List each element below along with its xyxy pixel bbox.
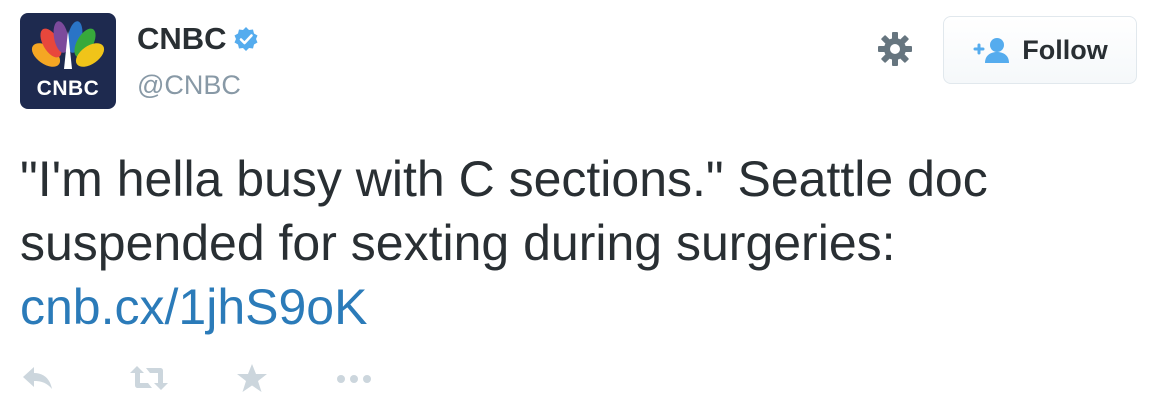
reply-icon[interactable] <box>20 363 56 393</box>
avatar-logo-text: CNBC <box>36 77 100 100</box>
verified-badge-icon <box>234 26 258 51</box>
tweet-body: "I'm hella busy with C sections." Seattl… <box>20 151 988 271</box>
more-icon[interactable] <box>334 363 374 393</box>
follow-button[interactable]: Follow <box>943 16 1137 84</box>
retweet-icon[interactable] <box>128 363 170 393</box>
author-name-row: CNBC <box>137 23 259 54</box>
follow-button-label: Follow <box>1022 34 1108 65</box>
avatar[interactable]: CNBC <box>20 13 116 109</box>
gear-icon[interactable] <box>876 30 914 68</box>
display-name[interactable]: CNBC <box>137 23 227 54</box>
tweet-text: "I'm hella busy with C sections." Seattl… <box>20 147 1140 339</box>
favorite-icon[interactable] <box>236 363 268 393</box>
tweet-link[interactable]: cnb.cx/1jhS9oK <box>20 279 367 335</box>
add-user-icon <box>973 38 1010 63</box>
handle[interactable]: @CNBC <box>137 72 241 99</box>
